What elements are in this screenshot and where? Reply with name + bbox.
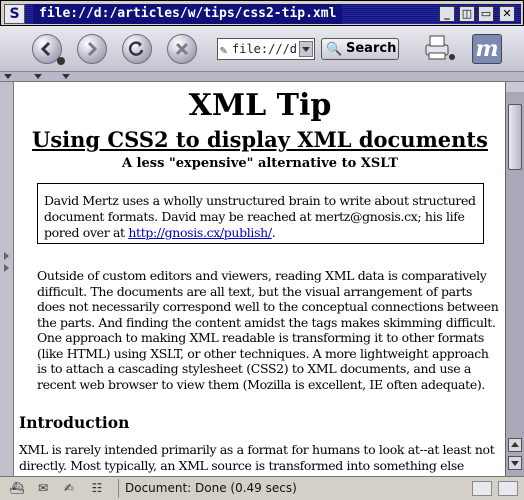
page-tagline: A less "expensive" alternative to XSLT (121, 156, 399, 171)
introduction-paragraph: XML is rarely intended primarily as a fo… (19, 442, 495, 476)
scroll-down-button[interactable] (508, 456, 522, 470)
title-bar[interactable]: S file://d:/articles/w/tips/css2-tip.xml… (0, 0, 524, 26)
page-content: XML Tip Using CSS2 to display XML docume… (13, 82, 505, 476)
iconify-button[interactable]: ◫ (459, 6, 475, 22)
status-text: Document: Done (0.49 secs) (118, 479, 458, 498)
sidebar-grip[interactable] (0, 82, 13, 476)
reload-button[interactable] (122, 34, 152, 64)
expand-sidebar-icon[interactable] (4, 252, 9, 260)
maximize-icon: ▭ (480, 7, 492, 20)
forward-button[interactable] (77, 34, 107, 64)
close-button[interactable]: ✕ (499, 6, 515, 22)
chevron-down-icon (511, 461, 519, 466)
magnifier-icon: 🔍 (326, 42, 343, 57)
reload-icon (128, 41, 144, 56)
abstract-paragraph: Outside of custom editors and viewers, r… (37, 268, 499, 392)
composer-icon[interactable]: ✍ (60, 481, 78, 496)
expand-sidebar-icon[interactable] (4, 264, 9, 272)
chevron-down-icon (302, 47, 310, 52)
page-subtitle: Using CSS2 to display XML documents (32, 127, 488, 152)
back-button[interactable] (32, 34, 65, 65)
chevron-up-icon (511, 442, 519, 447)
author-bio-box: David Mertz uses a wholly unstructured b… (37, 183, 484, 244)
url-history-dropdown[interactable] (299, 41, 313, 57)
vertical-scrollbar[interactable] (505, 82, 524, 476)
stop-icon (175, 42, 189, 56)
url-input[interactable] (232, 40, 298, 58)
navigation-toolbar: ✎ 🔍 Search m (0, 26, 524, 72)
collapse-toolbar-icon[interactable] (4, 74, 12, 79)
back-history-dropdown-icon[interactable] (57, 57, 65, 65)
search-button[interactable]: 🔍 Search (321, 38, 399, 60)
scrollbar-top-cap (506, 82, 524, 92)
print-icon[interactable] (422, 33, 456, 63)
minimize-icon: _ (444, 7, 450, 20)
close-icon: ✕ (502, 7, 512, 20)
author-link[interactable]: http://gnosis.cx/publish/ (128, 225, 272, 240)
offline-icon[interactable] (498, 481, 518, 496)
toolbar-collapse-strip[interactable] (0, 72, 524, 82)
introduction-heading: Introduction (19, 413, 130, 432)
author-bio-end: . (271, 225, 276, 240)
maximize-button[interactable]: ▭ (478, 6, 494, 22)
app-logo-icon[interactable]: S (4, 4, 25, 24)
url-field[interactable]: ✎ (217, 38, 315, 60)
iconify-icon: ◫ (461, 7, 473, 20)
minimize-button[interactable]: _ (439, 6, 455, 22)
navigator-icon[interactable]: ⛴ (8, 481, 26, 496)
collapse-toolbar-icon[interactable] (34, 74, 42, 79)
stop-button[interactable] (167, 34, 197, 64)
forward-arrow-icon (87, 41, 98, 57)
mail-icon[interactable]: ✉ (34, 481, 52, 496)
address-book-icon[interactable]: ☷ (88, 481, 106, 496)
status-bar: ⛴ ✉ ✍ ☷ Document: Done (0.49 secs) (0, 476, 524, 500)
back-arrow-icon (40, 41, 51, 57)
window-title: file://d:/articles/w/tips/css2-tip.xml (33, 4, 343, 24)
scroll-up-button[interactable] (508, 438, 522, 452)
scrollbar-thumb[interactable] (508, 104, 522, 170)
page-title: XML Tip (188, 88, 332, 123)
security-lock-icon[interactable] (472, 481, 492, 496)
collapse-toolbar-icon[interactable] (62, 74, 70, 79)
page-icon: ✎ (220, 43, 228, 57)
mozilla-logo-icon[interactable]: m (472, 34, 502, 64)
search-button-label: Search (346, 41, 397, 56)
